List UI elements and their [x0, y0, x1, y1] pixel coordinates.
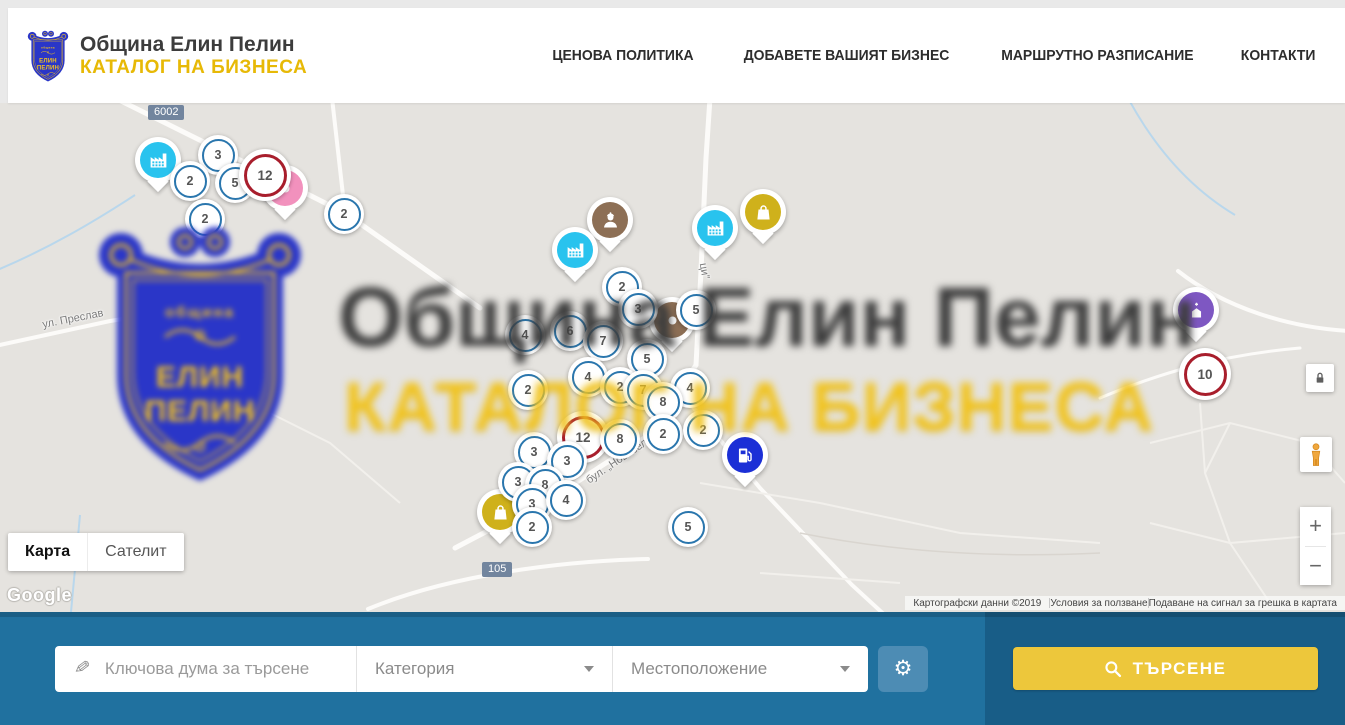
location-select-value: Местоположение [631, 659, 767, 679]
lock-button[interactable] [1306, 364, 1334, 392]
keyword-search-input[interactable] [103, 658, 356, 680]
lock-icon [1312, 370, 1328, 386]
nav-contacts[interactable]: КОНТАКТИ [1241, 47, 1316, 64]
search-icon [1104, 660, 1122, 678]
site-subtitle: КАТАЛОГ НА БИЗНЕСА [80, 57, 307, 79]
factory-pin-marker[interactable] [692, 205, 738, 251]
cluster-marker[interactable]: 8 [600, 419, 640, 459]
cluster-marker[interactable]: 7 [583, 321, 623, 361]
header-logo[interactable]: Община Елин Пелин КАТАЛОГ НА БИЗНЕСА [25, 23, 307, 89]
factory-pin-marker[interactable] [552, 227, 598, 273]
street-label-vertical: ци” [697, 262, 712, 280]
cluster-marker[interactable]: 3 [618, 289, 658, 329]
street-label-preslav: ул. Преслав [41, 307, 104, 331]
header: Община Елин Пелин КАТАЛОГ НА БИЗНЕСА ЦЕН… [8, 8, 1345, 103]
nav-route-schedule[interactable]: МАРШРУТНО РАЗПИСАНИЕ [1001, 47, 1193, 64]
cluster-marker[interactable]: 5 [668, 507, 708, 547]
cluster-marker[interactable]: 12 [239, 149, 291, 201]
cluster-marker[interactable]: 2 [508, 370, 548, 410]
map-attribution: Картографски данни ©2019 Условия за полз… [905, 596, 1345, 610]
church-pin-marker[interactable] [1173, 287, 1219, 333]
cluster-marker[interactable]: 2 [683, 410, 723, 450]
category-select[interactable]: Категория [357, 646, 612, 692]
map-type-control: Карта Сателит [8, 533, 184, 571]
map-canvas[interactable]: 6002 105 ул. Преслав бул. „Новоселци” ци… [0, 103, 1345, 612]
google-logo[interactable]: Google [7, 585, 72, 606]
zoom-out-button[interactable]: − [1300, 547, 1331, 586]
cluster-marker[interactable]: 4 [546, 480, 586, 520]
pegman-icon [1307, 442, 1325, 468]
chevron-down-icon [584, 666, 594, 672]
site-title: Община Елин Пелин [80, 33, 307, 57]
attribution-terms-link[interactable]: Условия за ползване [1050, 598, 1147, 609]
search-bar-right: ТЪРСЕНЕ [985, 612, 1345, 725]
nav-add-your-business[interactable]: ДОБАВЕТЕ ВАШИЯТ БИЗНЕС [744, 47, 950, 64]
map-type-satellite-button[interactable]: Сателит [87, 533, 183, 571]
attribution-report-link[interactable]: Подаване на сигнал за грешка в картата [1149, 598, 1345, 609]
search-button[interactable]: ТЪРСЕНЕ [1013, 647, 1318, 690]
search-group: ✎ Категория Местоположение [55, 646, 868, 692]
map-type-map-button[interactable]: Карта [8, 533, 87, 571]
road-number-label: 105 [482, 562, 512, 577]
pencil-icon: ✎ [72, 656, 91, 681]
fuel-pin-marker[interactable] [722, 432, 768, 478]
main-nav: ЦЕНОВА ПОЛИТИКА ДОБАВЕТЕ ВАШИЯТ БИЗНЕС М… [547, 47, 1318, 64]
cluster-marker[interactable]: 5 [676, 290, 716, 330]
cluster-marker[interactable]: 2 [324, 194, 364, 234]
advanced-search-button[interactable]: ⚙ [878, 646, 928, 692]
cluster-marker[interactable]: 4 [505, 315, 545, 355]
pegman-button[interactable] [1300, 437, 1332, 472]
search-button-label: ТЪРСЕНЕ [1133, 659, 1227, 679]
cluster-marker[interactable]: 2 [185, 199, 225, 239]
attribution-copyright: Картографски данни ©2019 [905, 598, 1049, 609]
location-select[interactable]: Местоположение [613, 646, 868, 692]
search-bar: ✎ Категория Местоположение ⚙ ТЪРСЕНЕ [0, 612, 1345, 725]
watermark-crest [85, 215, 315, 492]
cluster-marker[interactable]: 2 [643, 414, 683, 454]
zoom-control: + − [1300, 507, 1331, 585]
road-number-label: 6002 [148, 105, 184, 120]
category-select-value: Категория [375, 659, 454, 679]
municipality-crest-icon [25, 23, 71, 89]
shopping-bag-pin-marker[interactable] [740, 189, 786, 235]
cluster-marker[interactable]: 2 [170, 161, 210, 201]
nav-pricing-policy[interactable]: ЦЕНОВА ПОЛИТИКА [552, 47, 693, 64]
cluster-marker[interactable]: 2 [512, 507, 552, 547]
gear-icon: ⚙ [894, 656, 913, 681]
zoom-in-button[interactable]: + [1300, 507, 1331, 546]
keyword-field-wrap: ✎ [55, 646, 356, 692]
search-bar-left: ✎ Категория Местоположение ⚙ [0, 612, 985, 725]
cluster-marker[interactable]: 10 [1179, 348, 1231, 400]
watermark-title: Община Елин Пелин [338, 269, 1218, 366]
chevron-down-icon [840, 666, 850, 672]
